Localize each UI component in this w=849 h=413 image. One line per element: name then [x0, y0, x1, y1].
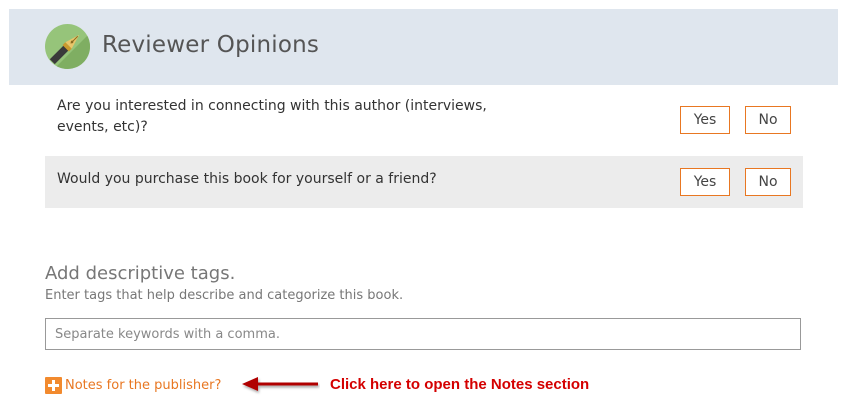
tags-description: Enter tags that help describe and catego… — [45, 288, 404, 303]
question-row-connect-author: Are you interested in connecting with th… — [45, 86, 803, 154]
section-header: Reviewer Opinions — [9, 9, 838, 85]
instruction-callout: Click here to open the Notes section — [330, 376, 590, 393]
purchase-book-yes-button[interactable]: Yes — [680, 168, 730, 196]
notes-for-publisher-link[interactable]: Notes for the publisher? — [65, 378, 221, 393]
purchase-book-no-button[interactable]: No — [745, 168, 791, 196]
tags-heading: Add descriptive tags. — [45, 263, 236, 284]
notes-for-publisher-toggle[interactable]: Notes for the publisher? — [45, 376, 221, 395]
connect-author-yes-button[interactable]: Yes — [680, 106, 730, 134]
question-row-purchase-book: Would you purchase this book for yoursel… — [45, 156, 803, 208]
connect-author-no-button[interactable]: No — [745, 106, 791, 134]
tags-input[interactable] — [45, 318, 801, 350]
left-arrow-icon — [242, 377, 318, 391]
plus-icon[interactable] — [45, 377, 62, 394]
question-text: Would you purchase this book for yoursel… — [57, 171, 437, 187]
page-title: Reviewer Opinions — [102, 32, 320, 58]
question-text: Are you interested in connecting with th… — [57, 98, 487, 135]
pen-nib-icon — [45, 24, 90, 69]
